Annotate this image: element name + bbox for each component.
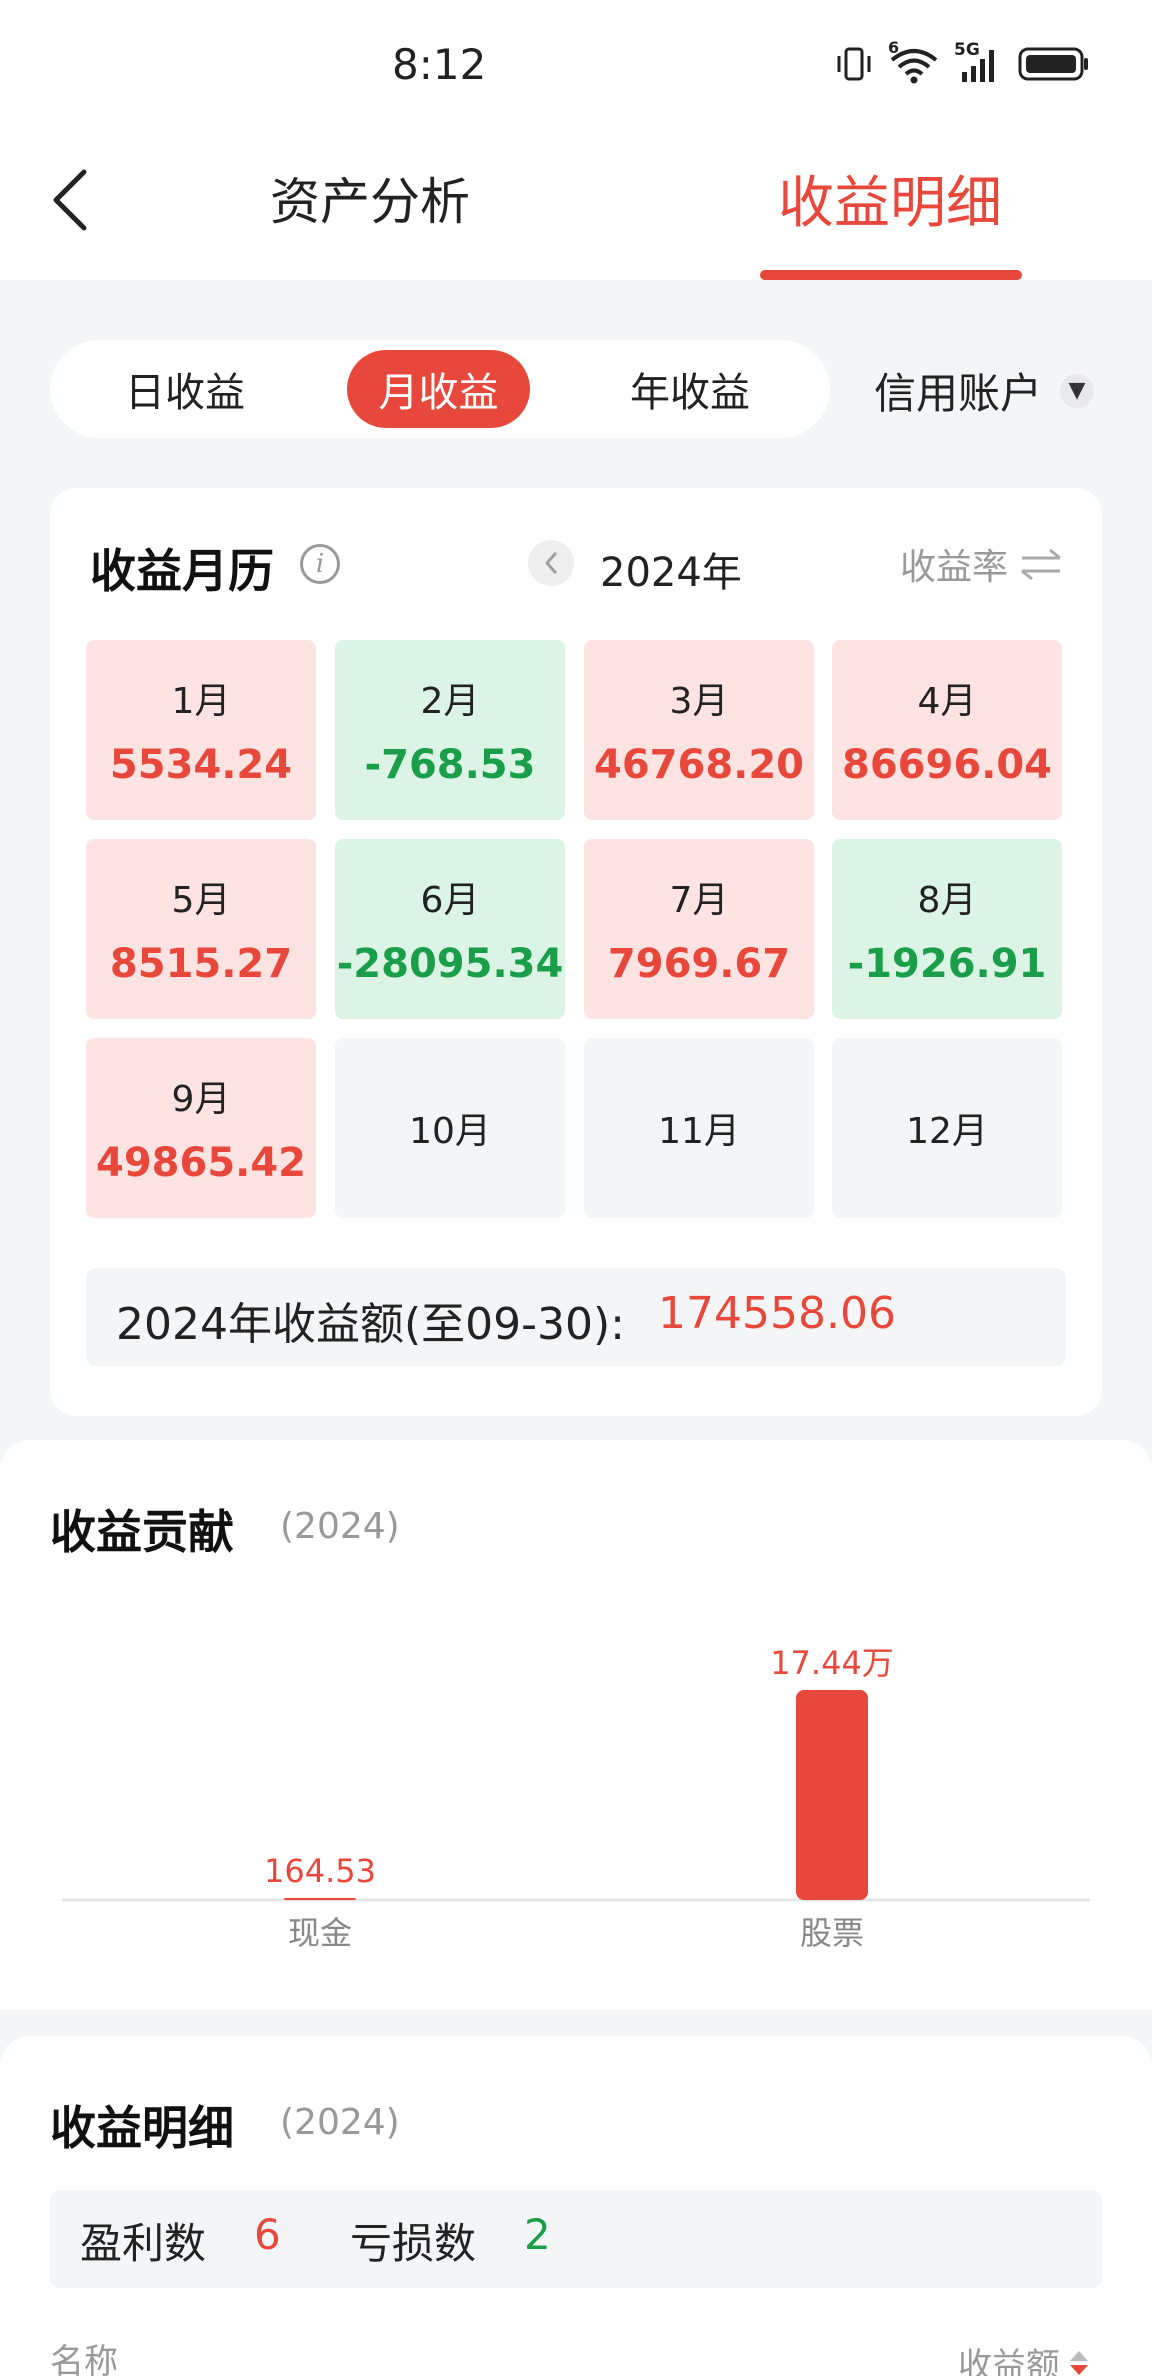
column-header-name: 名称 [50, 2342, 118, 2376]
month-cell[interactable]: 6月 -28095.34 [335, 839, 565, 1019]
year-total-value: 174558.06 [658, 1288, 896, 1339]
rate-toggle-label: 收益率 [900, 547, 1009, 588]
month-name: 4月 [917, 681, 977, 722]
month-name: 11月 [658, 1111, 740, 1152]
month-cell[interactable]: 2月 -768.53 [335, 640, 565, 820]
month-cell[interactable]: 11月 [584, 1038, 814, 1218]
month-value: 46768.20 [593, 742, 805, 788]
seg-yearly[interactable]: 年收益 [595, 350, 785, 428]
month-name: 8月 [917, 880, 977, 921]
month-cell[interactable]: 4月 86696.04 [832, 640, 1062, 820]
tab-asset-analysis[interactable]: 资产分析 [220, 162, 520, 234]
status-time: 8:12 [392, 40, 487, 89]
cell-signal-icon: 5G [954, 40, 1004, 84]
month-cell[interactable]: 7月 7969.67 [584, 839, 814, 1019]
profit-count-value: 6 [254, 2210, 281, 2259]
chart-tick-label: 现金 [288, 1914, 352, 1952]
vibrate-icon [837, 47, 871, 81]
rate-toggle[interactable]: 收益率 [900, 538, 1064, 590]
month-value: 49865.42 [95, 1140, 307, 1186]
month-name: 7月 [669, 880, 729, 921]
chart-bar[interactable] [284, 1898, 356, 1900]
prev-year-button[interactable] [528, 540, 574, 586]
month-value: -28095.34 [336, 941, 564, 987]
month-cell[interactable]: 10月 [335, 1038, 565, 1218]
loss-count-value: 2 [524, 2210, 551, 2259]
sort-icon [1068, 2348, 1090, 2376]
info-icon[interactable]: i [300, 544, 340, 584]
loss-count-label: 亏损数 [350, 2219, 477, 2268]
month-value: 86696.04 [841, 742, 1053, 788]
chart-data-label: 164.53 [264, 1852, 376, 1890]
month-cell[interactable]: 8月 -1926.91 [832, 839, 1062, 1019]
tab-income-detail[interactable]: 收益明细 [740, 158, 1040, 239]
month-name: 5月 [171, 880, 231, 921]
month-name: 9月 [171, 1079, 231, 1120]
month-name: 6月 [420, 880, 480, 921]
detail-title: 收益明细 [50, 2101, 234, 2155]
period-selector: 日收益 月收益 年收益 [50, 340, 830, 438]
contribution-title: 收益贡献 [50, 1505, 234, 1559]
month-value: 8515.27 [109, 941, 293, 987]
detail-year: (2024) [280, 2102, 400, 2143]
month-name: 10月 [409, 1111, 491, 1152]
month-name: 1月 [171, 681, 231, 722]
profit-count-label: 盈利数 [80, 2219, 207, 2268]
account-label: 信用账户 [874, 369, 1043, 418]
chevron-left-icon [53, 169, 87, 231]
month-cell[interactable]: 1月 5534.24 [86, 640, 316, 820]
profit-loss-count-bar [50, 2190, 1102, 2288]
month-cell[interactable]: 9月 49865.42 [86, 1038, 316, 1218]
chevron-left-icon [545, 552, 557, 574]
month-value: 7969.67 [607, 941, 791, 987]
chart-bar[interactable] [796, 1690, 868, 1900]
account-dropdown[interactable]: 信用账户 ▼ [874, 360, 1095, 421]
status-icons: 6 5G [834, 38, 1090, 84]
month-cell[interactable]: 5月 8515.27 [86, 839, 316, 1019]
wifi-badge: 6 [888, 38, 900, 57]
month-value: -1926.91 [847, 941, 1047, 987]
month-value: -768.53 [364, 742, 536, 788]
wifi-icon: 6 [888, 38, 940, 84]
contribution-year: (2024) [280, 1506, 400, 1547]
chart-data-label: 17.44万 [770, 1644, 894, 1682]
month-name: 2月 [420, 681, 480, 722]
column-header-amount[interactable]: 收益额 [958, 2338, 1090, 2376]
month-cell[interactable]: 12月 [832, 1038, 1062, 1218]
battery-icon [1018, 47, 1088, 81]
active-tab-indicator [760, 270, 1022, 280]
column-header-amount-label: 收益额 [958, 2346, 1060, 2376]
swap-icon [1021, 548, 1061, 581]
caret-down-icon: ▼ [1060, 373, 1095, 408]
month-name: 12月 [906, 1111, 988, 1152]
month-value: 5534.24 [109, 742, 293, 788]
year-total-label: 2024年收益额(至09-30): [116, 1299, 625, 1350]
month-name: 3月 [669, 681, 729, 722]
seg-daily[interactable]: 日收益 [90, 350, 280, 428]
back-button[interactable] [40, 160, 100, 240]
year-label: 2024年 [600, 550, 742, 596]
month-cell[interactable]: 3月 46768.20 [584, 640, 814, 820]
chart-tick-label: 股票 [800, 1914, 864, 1952]
calendar-title: 收益月历 [90, 544, 274, 598]
seg-monthly[interactable]: 月收益 [347, 350, 530, 428]
contribution-bar-chart: 164.53 现金 17.44万股票 [62, 1644, 1090, 1952]
